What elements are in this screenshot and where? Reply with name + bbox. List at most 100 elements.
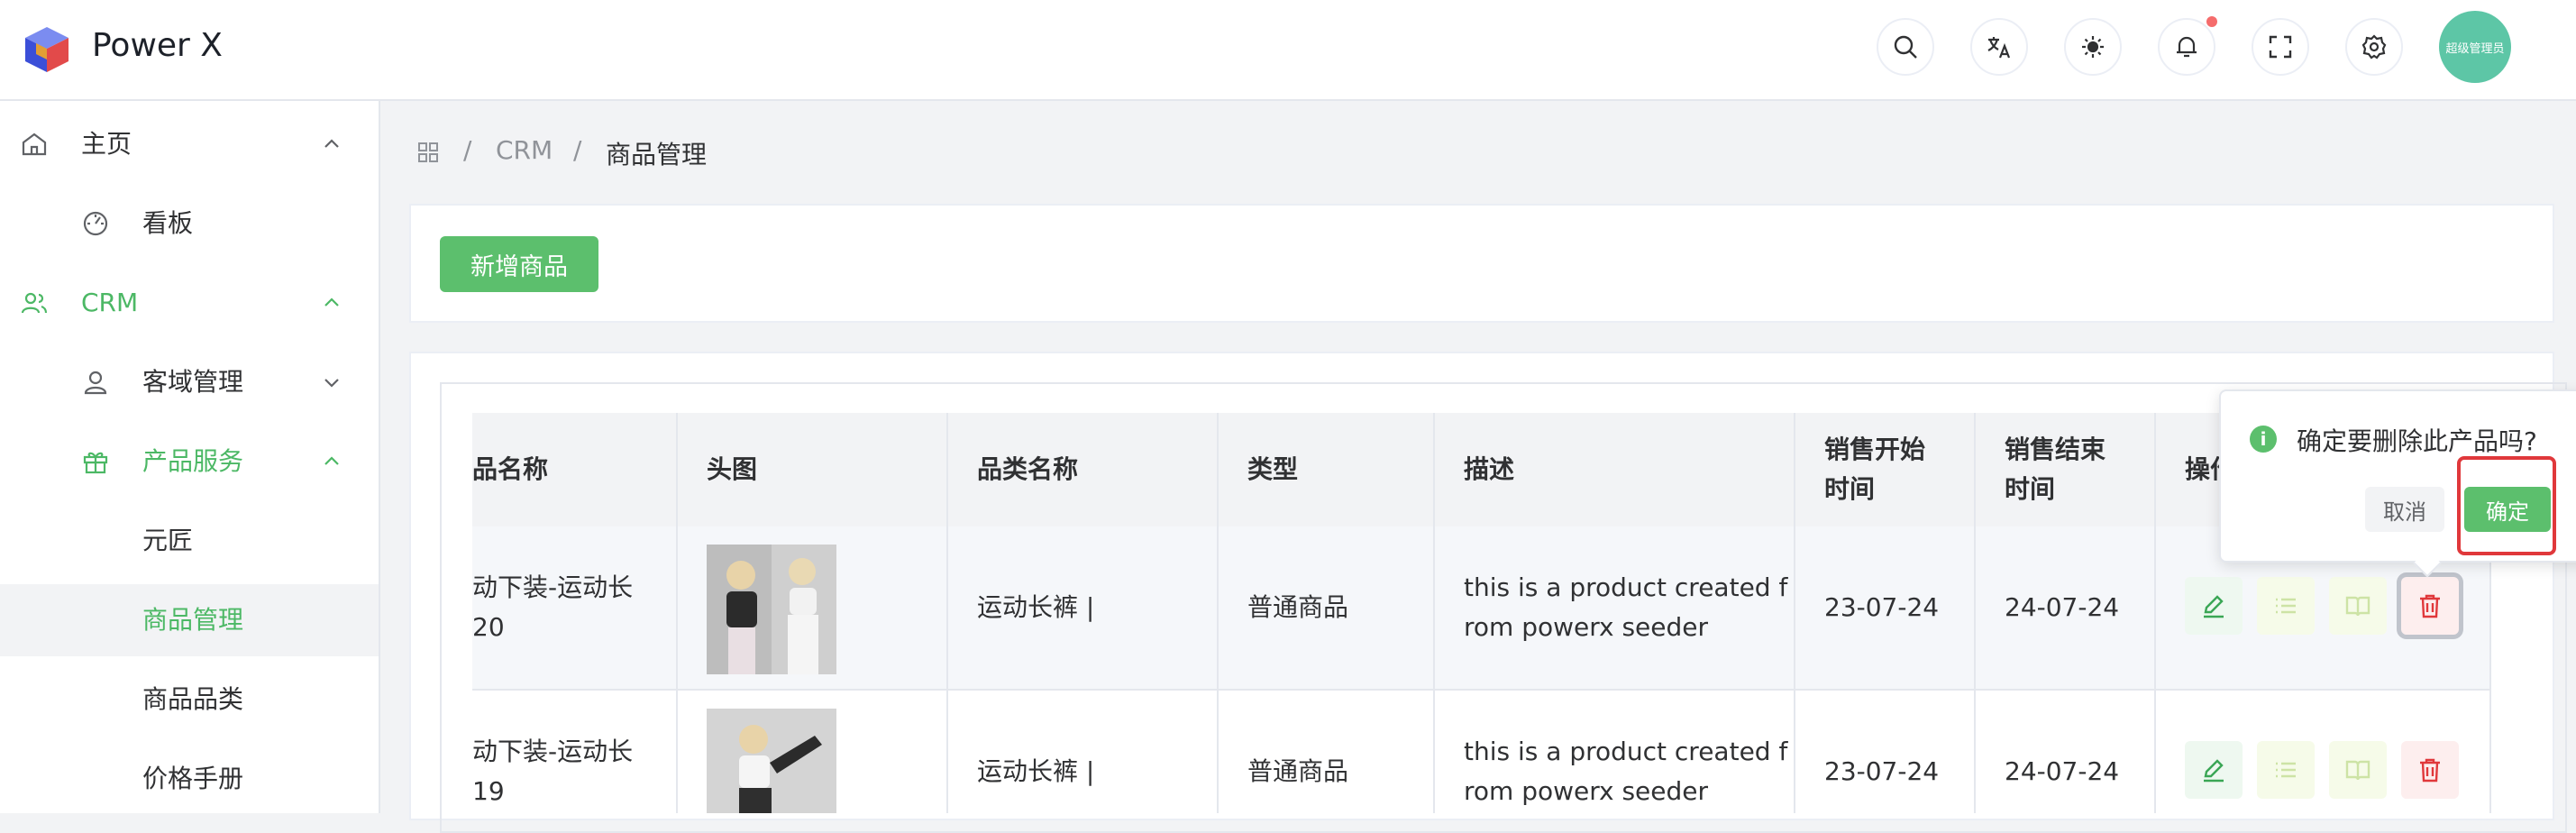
product-thumbnail[interactable] (707, 709, 836, 813)
sidebar-item-home[interactable]: 主页 (0, 108, 379, 180)
book-icon (2345, 596, 2370, 617)
column-header-sale-end: 销售结束 时间 (2005, 435, 2106, 504)
user-avatar[interactable]: 超级管理员 (2439, 11, 2511, 83)
breadcrumb-item-current: 商品管理 (606, 140, 708, 169)
sun-icon (2082, 36, 2104, 58)
highlight-annotation (2457, 456, 2556, 555)
breadcrumb-separator: / (463, 135, 472, 165)
settings-button[interactable] (2345, 18, 2403, 76)
cell-product-name: 动下装-运动长 20 (472, 572, 634, 642)
home-icon (22, 133, 47, 156)
theme-toggle-button[interactable] (2064, 18, 2122, 76)
delete-button[interactable] (2401, 741, 2459, 799)
book-button[interactable] (2329, 741, 2387, 799)
translate-icon (1987, 37, 2011, 59)
product-photo (707, 545, 836, 674)
sidebar-item-product-service[interactable]: 产品服务 (0, 426, 379, 498)
translate-button[interactable] (1970, 18, 2028, 76)
notification-dot (2206, 16, 2217, 27)
column-divider (2154, 413, 2156, 813)
table-row[interactable]: 动下装-运动长 20 运动长裤 | 普通商品 this is a product… (472, 526, 2491, 691)
trash-icon (2420, 594, 2440, 618)
list-icon (2276, 598, 2296, 614)
list-button[interactable] (2257, 577, 2315, 635)
sidebar-item-label: 看板 (142, 208, 194, 238)
gear-icon (2361, 34, 2387, 60)
sidebar: 主页 看板 CRM 客域管理 产品服务 元匠 商品管理 商品品类 价格手册 (0, 101, 380, 813)
column-divider (946, 413, 948, 813)
toolbar-card (409, 204, 2554, 323)
search-button[interactable] (1877, 18, 1934, 76)
fullscreen-button[interactable] (2252, 18, 2309, 76)
column-divider (1974, 413, 1976, 813)
sidebar-item-price-book[interactable]: 价格手册 (0, 743, 379, 815)
cell-sale-end: 24-07-24 (2005, 592, 2120, 622)
chevron-up-icon (324, 139, 339, 148)
column-header-sale-start: 销售开始 时间 (1824, 435, 1926, 504)
cell-description: this is a product created f rom powerx s… (1464, 572, 1788, 642)
cancel-button[interactable]: 取消 (2365, 487, 2444, 532)
list-button[interactable] (2257, 741, 2315, 799)
product-photo (707, 709, 836, 813)
list-icon (2276, 762, 2296, 778)
sidebar-item-crm[interactable]: CRM (0, 267, 379, 339)
cell-description: this is a product created f rom powerx s… (1464, 737, 1788, 806)
cell-category: 运动长裤 | (977, 592, 1095, 622)
bell-icon (2177, 36, 2197, 58)
table-header: 品名称 头图 品类名称 类型 描述 销售开始 时间 销售结束 时间 操作 (472, 413, 2491, 528)
chevron-up-icon (324, 298, 339, 307)
edit-icon (2204, 595, 2224, 618)
product-thumbnail[interactable] (707, 545, 836, 674)
breadcrumb-item-crm[interactable]: CRM (496, 135, 553, 165)
user-icon (84, 371, 107, 395)
sidebar-item-label: 元匠 (142, 526, 194, 555)
book-button[interactable] (2329, 577, 2387, 635)
column-header-name: 品名称 (472, 454, 549, 484)
confirm-message: 确定要删除此产品吗? (2297, 426, 2537, 456)
sidebar-item-label: 商品品类 (142, 684, 244, 714)
cell-category: 运动长裤 | (977, 756, 1095, 786)
column-header-description: 描述 (1464, 454, 1515, 484)
delete-button[interactable] (2401, 577, 2459, 635)
book-icon (2345, 760, 2370, 781)
info-icon: i (2250, 426, 2277, 453)
cell-type: 普通商品 (1247, 756, 1349, 786)
cube-logo-icon (25, 27, 69, 72)
dashboard-icon (83, 211, 108, 236)
chevron-up-icon (324, 456, 339, 465)
product-table: 品名称 头图 品类名称 类型 描述 销售开始 时间 销售结束 时间 操作 动下装… (472, 413, 2491, 813)
sidebar-item-yuanjiang[interactable]: 元匠 (0, 505, 379, 577)
apps-icon[interactable] (416, 141, 440, 164)
cell-sale-start: 23-07-24 (1824, 592, 1940, 622)
cell-type: 普通商品 (1247, 592, 1349, 622)
cell-sale-end: 24-07-24 (2005, 756, 2120, 786)
column-header-category: 品类名称 (977, 454, 1079, 484)
sidebar-item-label: 价格手册 (142, 764, 244, 793)
sidebar-item-label: CRM (81, 288, 139, 317)
sidebar-item-label: 商品管理 (142, 605, 244, 635)
sidebar-item-product-management[interactable]: 商品管理 (0, 584, 379, 656)
edit-button[interactable] (2185, 741, 2243, 799)
sidebar-item-label: 客域管理 (142, 367, 244, 397)
column-divider (1217, 413, 1219, 813)
column-divider (1794, 413, 1795, 813)
app-title: Power X (92, 27, 223, 64)
top-header: Power X 超级管理员 (0, 0, 2576, 101)
sidebar-item-label: 主页 (81, 129, 132, 159)
edit-icon (2204, 759, 2224, 783)
cell-product-name: 动下装-运动长 19 (472, 737, 634, 806)
table-row[interactable]: 动下装-运动长 19 运动长裤 | 普通商品 this is a product… (472, 691, 2491, 813)
gift-icon (83, 452, 108, 474)
search-icon (1894, 35, 1917, 59)
sidebar-item-customer-domain[interactable]: 客域管理 (0, 346, 379, 418)
sidebar-item-dashboard[interactable]: 看板 (0, 188, 379, 260)
chevron-down-icon (324, 379, 339, 388)
add-product-button[interactable]: 新增商品 (440, 236, 598, 292)
column-divider (1433, 413, 1435, 813)
trash-icon (2420, 758, 2440, 783)
column-header-type: 类型 (1247, 454, 1299, 484)
breadcrumb-separator: / (573, 135, 582, 165)
edit-button[interactable] (2185, 577, 2243, 635)
sidebar-item-product-category[interactable]: 商品品类 (0, 664, 379, 736)
notifications-button[interactable] (2158, 18, 2215, 76)
